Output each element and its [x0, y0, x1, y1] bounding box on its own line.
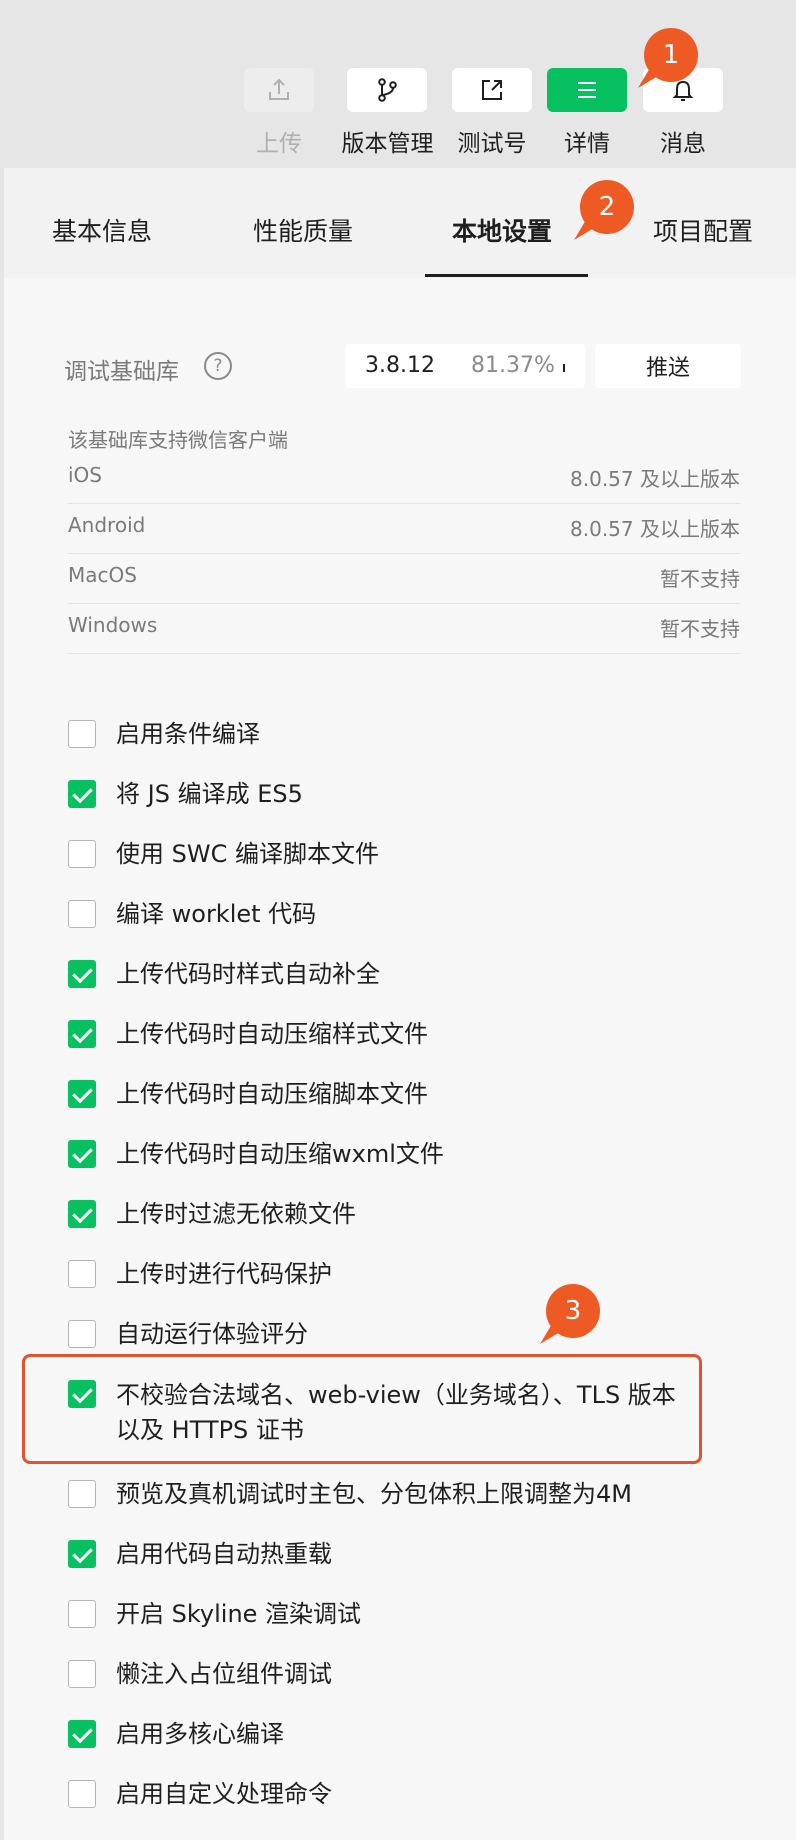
option-multicore-compile[interactable]: 启用多核心编译: [68, 1718, 676, 1750]
option-label: 懒注入占位组件调试: [116, 1660, 332, 1688]
option-worklet-compile[interactable]: 编译 worklet 代码: [68, 898, 676, 930]
option-label: 预览及真机调试时主包、分包体积上限调整为4M: [116, 1480, 632, 1508]
version-percent: 81.37%: [471, 353, 555, 378]
help-icon[interactable]: ?: [204, 352, 232, 380]
upload-label: 上传: [256, 131, 302, 157]
option-checkbox[interactable]: [68, 1600, 96, 1628]
option-label: 启用条件编译: [116, 720, 260, 748]
option-checkbox[interactable]: [68, 1140, 96, 1168]
option-skyline-debug[interactable]: 开启 Skyline 渲染调试: [68, 1598, 676, 1630]
option-label: 开启 Skyline 渲染调试: [116, 1600, 362, 1628]
messages-label: 消息: [660, 131, 706, 157]
support-row: Android 8.0.57 及以上版本: [68, 503, 740, 554]
option-checkbox[interactable]: [68, 1260, 96, 1288]
option-lazy-placeholder[interactable]: 懒注入占位组件调试: [68, 1658, 676, 1690]
option-checkbox[interactable]: [68, 1780, 96, 1808]
option-code-protect[interactable]: 上传时进行代码保护: [68, 1258, 676, 1290]
option-conditional-compile[interactable]: 启用条件编译: [68, 718, 676, 750]
details-button[interactable]: [547, 68, 627, 112]
version-select[interactable]: 3.8.12 81.37%: [345, 344, 585, 388]
support-version: 8.0.57 及以上版本: [570, 467, 740, 491]
support-row: Windows 暂不支持: [68, 603, 740, 654]
test-account-button[interactable]: [452, 68, 532, 112]
option-minify-script[interactable]: 上传代码时自动压缩脚本文件: [68, 1078, 676, 1110]
tab-project-config[interactable]: 项目配置: [653, 212, 753, 248]
debug-lib-label: 调试基础库: [64, 359, 179, 385]
support-platform: Windows: [68, 613, 158, 637]
tab-bar: 基本信息 性能质量 本地设置 项目配置: [4, 168, 796, 278]
option-label: 不校验合法域名、web-view（业务域名）、TLS 版本以及 HTTPS 证书: [116, 1381, 676, 1444]
option-hot-reload[interactable]: 启用代码自动热重载: [68, 1538, 676, 1570]
option-label: 上传代码时自动压缩样式文件: [116, 1020, 428, 1048]
option-checkbox[interactable]: [68, 720, 96, 748]
option-checkbox[interactable]: [68, 1320, 96, 1348]
option-checkbox[interactable]: [68, 1480, 96, 1508]
option-checkbox[interactable]: [68, 1720, 96, 1748]
support-version: 暂不支持: [660, 617, 740, 641]
option-label: 编译 worklet 代码: [116, 900, 317, 928]
support-row: iOS 8.0.57 及以上版本: [68, 453, 740, 504]
option-checkbox[interactable]: [68, 900, 96, 928]
option-checkbox[interactable]: [68, 1020, 96, 1048]
annotation-marker-1: 1: [644, 28, 698, 82]
option-skip-domain-check[interactable]: 不校验合法域名、web-view（业务域名）、TLS 版本以及 HTTPS 证书: [68, 1378, 686, 1448]
option-minify-wxml[interactable]: 上传代码时自动压缩wxml文件: [68, 1138, 676, 1170]
version-manage-button[interactable]: [347, 68, 427, 112]
active-tab-indicator: [425, 274, 588, 277]
option-js-to-es5[interactable]: 将 JS 编译成 ES5: [68, 778, 676, 810]
option-label: 上传代码时自动压缩wxml文件: [116, 1140, 444, 1168]
option-label: 使用 SWC 编译脚本文件: [116, 840, 379, 868]
tab-performance[interactable]: 性能质量: [253, 212, 353, 248]
option-checkbox[interactable]: [68, 1540, 96, 1568]
menu-icon: [578, 82, 596, 98]
annotation-marker-3: 3: [546, 1284, 600, 1338]
push-button[interactable]: 推送: [595, 344, 741, 388]
option-swc-compile[interactable]: 使用 SWC 编译脚本文件: [68, 838, 676, 870]
option-label: 启用多核心编译: [116, 1720, 284, 1748]
annotation-marker-2: 2: [580, 180, 634, 234]
option-custom-commands[interactable]: 启用自定义处理命令: [68, 1778, 676, 1810]
option-label: 上传时进行代码保护: [116, 1260, 332, 1288]
tab-local-settings[interactable]: 本地设置: [452, 212, 552, 248]
option-label: 启用代码自动热重载: [116, 1540, 332, 1568]
option-package-limit-4m[interactable]: 预览及真机调试时主包、分包体积上限调整为4M: [68, 1478, 676, 1510]
option-checkbox[interactable]: [68, 1080, 96, 1108]
support-platform: iOS: [68, 463, 102, 487]
version-manage-label: 版本管理: [341, 131, 434, 157]
option-checkbox[interactable]: [68, 780, 96, 808]
support-title: 该基础库支持微信客户端: [68, 428, 288, 452]
option-filter-unused[interactable]: 上传时过滤无依赖文件: [68, 1198, 676, 1230]
option-style-autoprefix[interactable]: 上传代码时样式自动补全: [68, 958, 676, 990]
support-version: 暂不支持: [660, 567, 740, 591]
support-platform: Android: [68, 513, 146, 537]
tab-basic-info[interactable]: 基本信息: [52, 212, 152, 248]
details-panel: 基本信息 性能质量 本地设置 项目配置: [4, 168, 796, 1840]
option-label: 上传时过滤无依赖文件: [116, 1200, 356, 1228]
option-label: 启用自定义处理命令: [116, 1780, 332, 1808]
details-label: 详情: [564, 131, 610, 157]
test-account-label: 测试号: [457, 131, 527, 157]
branch-icon: [378, 78, 397, 102]
option-label: 上传代码时自动压缩脚本文件: [116, 1080, 428, 1108]
support-version: 8.0.57 及以上版本: [570, 517, 740, 541]
option-minify-style[interactable]: 上传代码时自动压缩样式文件: [68, 1018, 676, 1050]
upload-button[interactable]: [244, 68, 314, 112]
option-checkbox[interactable]: [68, 1660, 96, 1688]
version-value: 3.8.12: [365, 353, 435, 378]
option-label: 上传代码时样式自动补全: [116, 960, 380, 988]
option-checkbox[interactable]: [68, 1380, 96, 1408]
option-checkbox[interactable]: [68, 1200, 96, 1228]
option-checkbox[interactable]: [68, 960, 96, 988]
support-platform: MacOS: [68, 563, 137, 587]
upload-icon: [269, 78, 289, 100]
external-link-icon: [482, 80, 502, 100]
dropdown-caret-icon: [563, 364, 565, 372]
option-label: 将 JS 编译成 ES5: [116, 780, 303, 808]
support-row: MacOS 暂不支持: [68, 553, 740, 604]
option-checkbox[interactable]: [68, 840, 96, 868]
